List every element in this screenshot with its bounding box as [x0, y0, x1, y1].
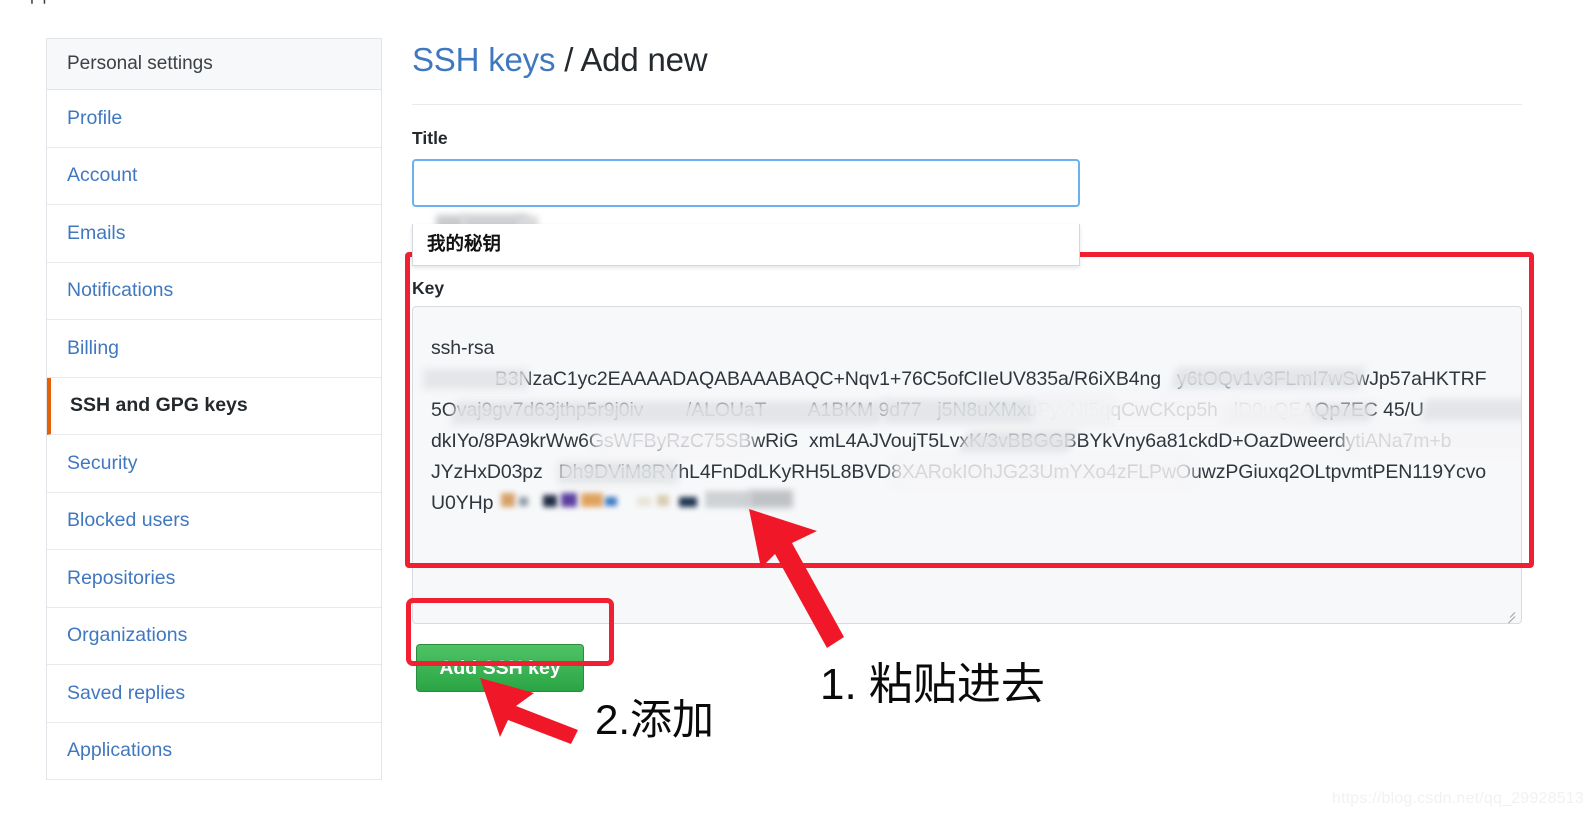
sidebar-header: Personal settings: [47, 39, 381, 90]
autocomplete-option[interactable]: 我的秘钥: [413, 224, 1079, 265]
sidebar-item-account[interactable]: Account: [47, 148, 381, 205]
cropped-top-strip: — ╷╷ ⌐: [0, 0, 1594, 14]
sidebar-item-label: Profile: [67, 106, 123, 129]
sidebar-item-profile[interactable]: Profile: [47, 90, 381, 148]
sidebar-item-blocked-users[interactable]: Blocked users: [47, 493, 381, 550]
sidebar-item-organizations[interactable]: Organizations: [47, 608, 381, 665]
cropped-top-strip-text: — ╷╷ ⌐: [0, 0, 70, 4]
sidebar-item-ssh-and-gpg-keys[interactable]: SSH and GPG keys: [47, 377, 381, 435]
title-divider: [412, 104, 1522, 106]
key-field-label: Key: [412, 278, 445, 298]
annotation-label-step-2: 2.添加: [595, 696, 715, 743]
title-field-label: Title: [412, 128, 448, 148]
key-text-line-5: JYzHxD03pz Dh9DViM8RYhL4FnDdLKyRH5L8BVD8…: [431, 461, 1486, 483]
sidebar-item-repositories[interactable]: Repositories: [47, 550, 381, 608]
title-autocomplete-dropdown: 我的秘钥: [412, 224, 1080, 266]
sidebar-item-label: Billing: [67, 336, 120, 359]
sidebar-item-label: Emails: [67, 221, 126, 244]
sidebar-item-label: Applications: [67, 739, 173, 762]
screenshot-root: — ╷╷ ⌐ Personal settings Profile Account…: [0, 0, 1594, 814]
sidebar-item-billing[interactable]: Billing: [47, 320, 381, 378]
sidebar-item-label: Account: [67, 164, 138, 187]
sidebar-item-notifications[interactable]: Notifications: [47, 263, 381, 320]
sidebar-item-label: SSH and GPG keys: [70, 394, 248, 417]
sidebar-item-applications[interactable]: Applications: [47, 723, 381, 780]
sidebar-item-emails[interactable]: Emails: [47, 205, 381, 263]
page-title-link-ssh-keys[interactable]: SSH keys: [412, 41, 555, 78]
key-text-line-2: B3NzaC1yc2EAAAADAQABAAABAQC+Nqv1+76C5ofC…: [431, 368, 1487, 390]
sidebar-item-label: Security: [67, 451, 138, 474]
key-text-line-3: 5Ovaj9gv7d63jthp5r9j0iv /ALOUaT A1BKM 9d…: [431, 399, 1424, 421]
sidebar-item-label: Saved replies: [67, 681, 186, 704]
sidebar-item-label: Notifications: [67, 279, 174, 302]
sidebar-item-label: Organizations: [67, 624, 188, 647]
key-text-line-1: ssh-rsa: [431, 337, 495, 359]
sidebar-header-label: Personal settings: [67, 53, 213, 74]
add-ssh-key-button[interactable]: Add SSH key: [416, 644, 584, 692]
sidebar-item-saved-replies[interactable]: Saved replies: [47, 665, 381, 723]
sidebar-item-security[interactable]: Security: [47, 435, 381, 493]
key-textarea[interactable]: ssh-rsa B3NzaC1yc2EAAAADAQABAAABAQC+Nqv1…: [412, 306, 1522, 624]
annotation-label-step-1: 1. 粘贴进去: [820, 660, 1045, 709]
sidebar-item-label: Blocked users: [67, 509, 190, 532]
sidebar-item-label: Repositories: [67, 566, 176, 589]
page-title: SSH keys / Add new: [412, 38, 1522, 104]
textarea-resize-handle[interactable]: [1501, 605, 1517, 623]
title-input[interactable]: [412, 159, 1080, 207]
page-title-suffix: / Add new: [555, 41, 708, 78]
add-new-ssh-key-panel: SSH keys / Add new Title 我的秘钥 Key ssh-rs…: [412, 38, 1522, 692]
key-text-line-4: dkIYo/8PA9krWw6GsWFByRzC75SBwRiG xmL4AJV…: [431, 430, 1452, 452]
watermark: https://blog.csdn.net/qq_29928513: [1331, 790, 1584, 807]
personal-settings-sidebar: Personal settings Profile Account Emails…: [46, 38, 382, 780]
